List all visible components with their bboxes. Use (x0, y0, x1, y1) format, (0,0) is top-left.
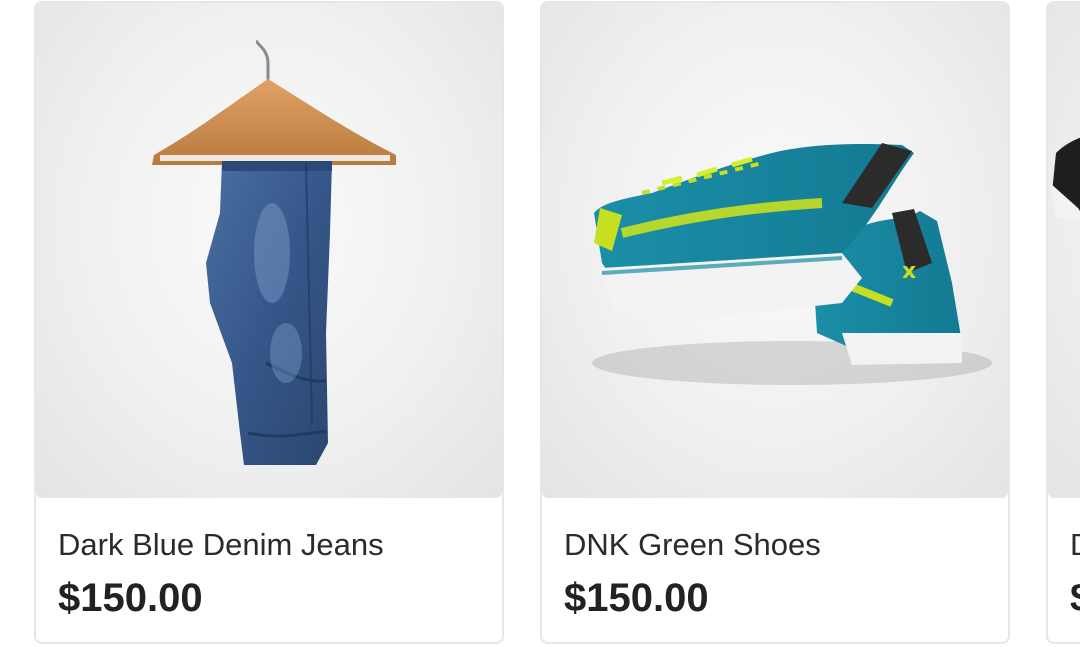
jeans-on-hanger-image (152, 39, 396, 465)
product-title[interactable]: Dark Blue Denim Jeans (58, 525, 492, 565)
product-card[interactable]: Dark Blue Denim Jeans $150.00 (34, 1, 504, 644)
product-title[interactable]: D (1070, 525, 1080, 565)
product-price: $150.00 (58, 576, 203, 620)
product-image[interactable] (36, 3, 502, 498)
black-shoe-image (1050, 137, 1080, 222)
product-card[interactable]: D $ (1046, 1, 1080, 644)
product-price: $150.00 (564, 576, 709, 620)
product-card[interactable]: x DNK Green Shoes $150.00 (540, 1, 1010, 644)
product-image[interactable]: x (542, 3, 1008, 498)
product-image[interactable] (1048, 3, 1080, 498)
svg-text:x: x (902, 259, 916, 284)
product-carousel: Dark Blue Denim Jeans $150.00 x DNK Gree… (0, 0, 1080, 647)
green-sneakers-image: x (592, 143, 992, 385)
product-title[interactable]: DNK Green Shoes (564, 525, 998, 565)
product-price: $ (1070, 575, 1080, 621)
